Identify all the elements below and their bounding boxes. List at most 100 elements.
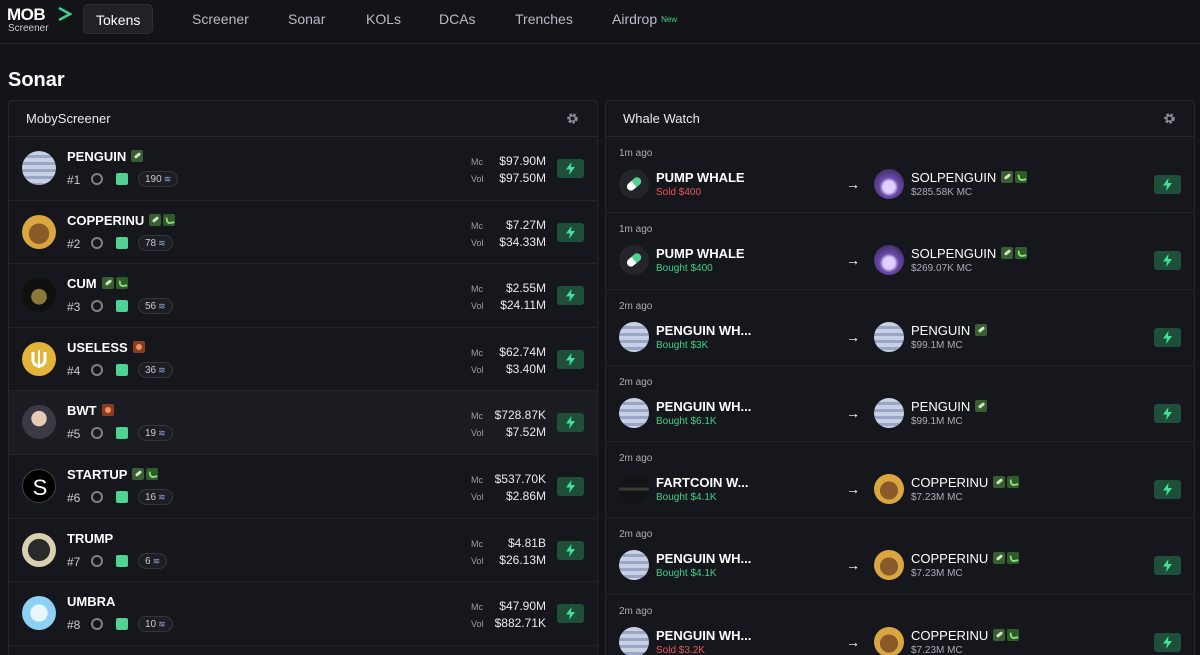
search-icon[interactable] [91,618,103,631]
nav-tab-tokens[interactable]: Tokens [83,4,154,34]
chart-square-icon[interactable] [116,363,128,376]
trade-action: Bought $4.1K [656,568,717,580]
token-name[interactable]: PENGUIN [911,398,988,414]
token-name[interactable]: PENGUIN [911,323,988,338]
token-row[interactable]: PENGUIN #1 190 ≋ Mc Vol $97.90M $97.50M [9,137,597,201]
search-icon[interactable] [91,554,103,567]
token-row[interactable]: BWT #5 19 ≋ Mc Vol $728.87K $7.52M [9,391,597,455]
whale-name[interactable]: PENGUIN WH... [656,628,751,643]
whale-trade-row[interactable]: 2m ago PENGUIN WH... Bought $4.1K → COPP… [606,518,1194,595]
token-row[interactable]: CUM #3 56 ≋ Mc Vol $2.55M $24.11M [9,264,597,328]
quick-buy-button[interactable] [1154,251,1181,271]
quick-buy-button[interactable] [1154,556,1181,576]
whale-count-badge: 16 ≋ [138,488,173,505]
nav-tab-dcas[interactable]: DCAs [439,11,476,27]
chart-square-icon[interactable] [116,554,128,567]
token-market-cap: $285.58K MC [911,187,973,198]
token-row[interactable]: UMBRA #8 10 ≋ Mc Vol $47.90M $882.71K [9,582,597,646]
quick-buy-button[interactable] [1154,175,1181,194]
chart-square-icon[interactable] [116,300,128,313]
whale-icon: ≋ [158,491,166,502]
nav-tab-screener[interactable]: Screener [192,11,249,27]
nav-tab-airdrop[interactable]: Airdrop New [612,11,677,28]
quick-buy-button[interactable] [557,286,584,306]
token-row[interactable]: USELESS #4 36 ≋ Mc Vol $62.74M $3.40M [9,328,597,392]
token-row[interactable]: COPPERINU #2 78 ≋ Mc Vol $7.27M $34.33M [9,201,597,265]
quick-buy-button[interactable] [1154,632,1181,652]
search-icon[interactable] [91,300,103,313]
chart-square-icon[interactable] [116,236,128,249]
whale-trade-row[interactable]: 2m ago PENGUIN WH... Bought $6.1K → PENG… [606,366,1194,443]
whale-count-badge: 78 ≋ [138,234,173,251]
whale-name[interactable]: PENGUIN WH... [656,323,751,338]
quick-buy-button[interactable] [557,222,584,242]
nav-tab-sonar[interactable]: Sonar [288,11,325,27]
brand-logo[interactable]: MOB Screener [7,6,72,36]
token-name-text: USELESS [67,339,128,355]
whale-trade-row[interactable]: 2m ago PENGUIN WH... Bought $3K → PENGUI… [606,290,1194,366]
mc-label: Mc [471,474,483,485]
token-name-text: PENGUIN [911,398,971,414]
vol-label: Vol [471,428,484,439]
whale-name[interactable]: FARTCOIN W... [656,475,748,490]
token-name[interactable]: COPPERINU [911,551,1020,566]
token-row[interactable]: S STARTUP #6 16 ≋ Mc Vol $537.70K $2.86M [9,455,597,519]
search-icon[interactable] [91,427,103,440]
token-rank: #7 [67,554,81,569]
whale-icon: ≋ [158,301,166,312]
token-name[interactable]: COPPERINU [911,628,1020,643]
chart-square-icon[interactable] [116,490,128,503]
token-rank: #4 [67,363,81,378]
pill-tag-icon [1001,247,1014,260]
sprout-tag-icon [1007,552,1020,565]
quick-buy-button[interactable] [557,540,584,560]
whale-trade-row[interactable]: 2m ago PENGUIN WH... Sold $3.2K → COPPER… [606,595,1194,655]
whale-trade-row[interactable]: 2m ago FARTCOIN W... Bought $4.1K → COPP… [606,442,1194,519]
whale-trade-row[interactable]: 1m ago PUMP WHALE Sold $400 → SOLPENGUIN… [606,137,1194,214]
token-name[interactable]: COPPERINU [911,475,1020,490]
token-name[interactable]: SOLPENGUIN [911,246,1028,261]
quick-buy-button[interactable] [1154,403,1181,423]
whale-count: 10 [145,619,157,631]
vol-label: Vol [471,491,484,502]
whale-trade-row[interactable]: 1m ago PUMP WHALE Bought $400 → SOLPENGU… [606,213,1194,290]
search-icon[interactable] [91,363,103,376]
volume-value: $97.50M [499,171,546,185]
token-name[interactable]: SOLPENGUIN [911,170,1028,185]
trade-action: Sold $3.2K [656,644,705,655]
whale-name[interactable]: PUMP WHALE [656,246,745,261]
chart-square-icon[interactable] [116,618,128,631]
sprout-tag-icon [1007,476,1020,489]
token-name-text: STARTUP [67,466,128,482]
whale-name[interactable]: PENGUIN WH... [656,551,751,566]
whale-count-badge: 56 ≋ [138,298,173,315]
chart-square-icon[interactable] [116,427,128,440]
market-cap-value: $97.90M [499,154,546,168]
quick-buy-button[interactable] [557,349,584,369]
quick-buy-button[interactable] [1154,480,1181,500]
mc-label: Mc [471,411,483,422]
token-market-cap: $99.1M MC [911,339,963,351]
nav-tab-trenches[interactable]: Trenches [515,11,573,27]
gear-icon[interactable] [1163,112,1176,125]
search-icon[interactable] [91,236,103,249]
panel-title: MobyScreener [26,111,111,126]
quick-buy-button[interactable] [557,604,584,624]
mc-label: Mc [471,157,483,167]
token-avatar [22,278,56,313]
trade-time: 1m ago [619,224,653,236]
gear-icon[interactable] [566,112,579,125]
search-icon[interactable] [91,490,103,503]
chart-square-icon[interactable] [116,173,128,185]
quick-buy-button[interactable] [557,159,584,178]
quick-buy-button[interactable] [557,476,584,496]
search-icon[interactable] [91,173,103,185]
quick-buy-button[interactable] [557,413,584,433]
quick-buy-button[interactable] [1154,327,1181,347]
nav-tab-kols[interactable]: KOLs [366,11,401,27]
whale-name[interactable]: PUMP WHALE [656,170,745,185]
token-row[interactable]: TRUMP #7 6 ≋ Mc Vol $4.81B $26.13M [9,519,597,583]
page-title: Sonar [8,69,65,91]
whale-name[interactable]: PENGUIN WH... [656,399,751,414]
token-avatar [874,397,904,428]
